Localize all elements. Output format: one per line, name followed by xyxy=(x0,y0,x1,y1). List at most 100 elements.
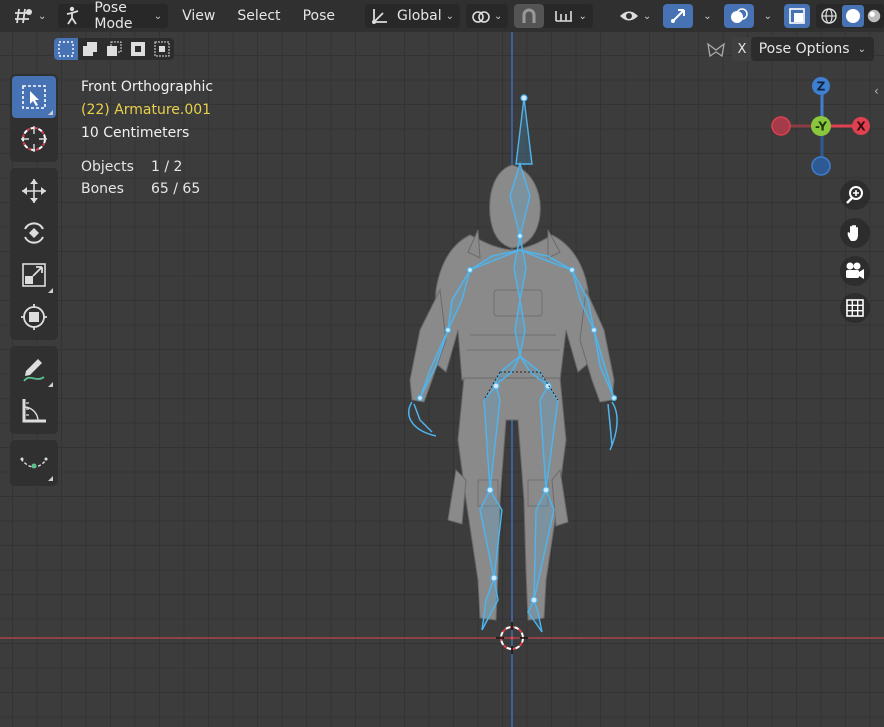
selection-mode-group xyxy=(54,38,174,60)
viewport-info: Front Orthographic (22) Armature.001 10 … xyxy=(81,76,213,145)
chevron-down-icon[interactable]: ⌄ xyxy=(697,11,717,22)
chevron-down-icon: ⌄ xyxy=(578,10,587,22)
select-subtract-icon xyxy=(107,41,122,56)
tool-group-annotate xyxy=(10,346,58,434)
annotate-tool[interactable] xyxy=(12,348,56,390)
measure-tool[interactable] xyxy=(12,390,56,432)
xray-toggle[interactable] xyxy=(784,4,810,28)
editor-type-button[interactable]: ⌄ xyxy=(8,4,52,28)
select-intersect-button[interactable] xyxy=(150,38,174,60)
stat-label: Objects xyxy=(81,159,134,175)
grid-editor-icon xyxy=(15,8,32,24)
wireframe-shading-button[interactable] xyxy=(818,5,840,27)
stat-value: 1 / 2 xyxy=(151,159,183,175)
sidebar-toggle-icon[interactable]: ‹ xyxy=(874,84,879,98)
orientation-label: Global xyxy=(396,8,442,24)
chevron-down-icon: ⌄ xyxy=(445,10,455,22)
perspective-toggle-button[interactable] xyxy=(840,293,870,323)
hand-icon xyxy=(847,225,858,241)
wireframe-sphere-icon xyxy=(821,8,837,24)
gizmo-z-label: Z xyxy=(817,80,826,94)
zoom-icon xyxy=(846,186,863,204)
stat-row: Objects 1 / 2 xyxy=(81,156,200,178)
object-visibility-select[interactable]: ⌄ xyxy=(613,4,657,28)
grid-icon xyxy=(846,299,864,317)
orientation-select[interactable]: Global ⌄ xyxy=(364,4,461,28)
active-object-name: (22) Armature.001 xyxy=(81,102,212,118)
snap-target-select[interactable]: ⌄ xyxy=(548,4,592,28)
select-intersect-icon xyxy=(154,41,170,57)
chevron-down-icon: ⌄ xyxy=(38,10,47,22)
chevron-down-icon: ⌄ xyxy=(494,10,503,22)
material-shading-button[interactable] xyxy=(866,5,882,27)
pose-options-label: Pose Options xyxy=(758,41,850,57)
stat-row: Bones 65 / 65 xyxy=(81,178,200,200)
chevron-down-icon[interactable]: ⌄ xyxy=(758,11,778,22)
gizmo-y-label: -Y xyxy=(815,120,827,134)
x-mirror-toggle[interactable]: X xyxy=(732,37,752,61)
camera-view-button[interactable] xyxy=(840,256,870,286)
select-invert-button[interactable] xyxy=(126,38,150,60)
move-icon xyxy=(22,179,46,203)
grid-scale: 10 Centimeters xyxy=(81,125,190,141)
stat-label: Bones xyxy=(81,181,124,197)
stat-value: 65 / 65 xyxy=(151,181,201,197)
select-set-icon xyxy=(58,41,74,57)
cursor-tool[interactable] xyxy=(12,118,56,160)
snap-group: ⌄ xyxy=(514,4,593,28)
chevron-down-icon: ⌄ xyxy=(857,43,866,55)
tool-group-transform xyxy=(10,168,58,340)
mode-label: Pose Mode xyxy=(94,0,133,32)
pivot-point-select[interactable]: ⌄ xyxy=(466,4,509,28)
solid-shading-button[interactable] xyxy=(842,5,864,27)
menu-view[interactable]: View xyxy=(174,4,223,28)
tool-shelf xyxy=(10,74,58,492)
overlay-toggle[interactable] xyxy=(723,4,754,28)
move-tool[interactable] xyxy=(12,170,56,212)
rotate-tool[interactable] xyxy=(12,212,56,254)
gizmo-icon xyxy=(671,9,686,23)
view-name: Front Orthographic xyxy=(81,79,214,95)
pan-button[interactable] xyxy=(840,218,870,248)
3d-cursor[interactable] xyxy=(496,622,528,654)
pose-options-dropdown[interactable]: Pose Options ⌄ xyxy=(750,37,874,61)
select-invert-icon xyxy=(131,42,145,56)
camera-icon xyxy=(846,262,864,279)
select-new-button[interactable] xyxy=(54,38,78,60)
material-sphere-icon xyxy=(867,9,881,23)
snap-increment-icon xyxy=(555,11,573,22)
select-extend-button[interactable] xyxy=(78,38,102,60)
annotate-pencil-icon xyxy=(23,359,45,382)
snap-toggle[interactable] xyxy=(514,4,545,28)
shading-group xyxy=(816,4,884,28)
cursor-icon xyxy=(21,126,47,152)
select-box-tool[interactable] xyxy=(12,76,56,118)
select-extend-icon xyxy=(83,42,97,56)
menu-pose[interactable]: Pose xyxy=(295,4,343,28)
zoom-button[interactable] xyxy=(840,180,870,210)
gizmo-x-label: X xyxy=(856,120,866,134)
solid-sphere-icon xyxy=(846,9,860,23)
transform-tool[interactable] xyxy=(12,296,56,338)
relax-pose-tool[interactable] xyxy=(12,442,56,484)
select-subtract-button[interactable] xyxy=(102,38,126,60)
ruler-icon xyxy=(22,399,46,423)
transform-orientation-icon xyxy=(371,9,387,24)
navigation-gizmo[interactable]: Z X -Y xyxy=(766,72,878,184)
overlay-group: ⌄ xyxy=(723,4,778,28)
tool-group-select xyxy=(10,74,58,162)
pose-curve-icon xyxy=(20,457,48,469)
mode-select[interactable]: Pose Mode ⌄ xyxy=(58,0,169,32)
xray-icon xyxy=(789,8,805,24)
gizmo-group: ⌄ xyxy=(663,4,717,28)
select-box-icon xyxy=(22,85,46,109)
chevron-down-icon: ⌄ xyxy=(642,10,652,22)
rotate-icon xyxy=(24,222,44,244)
gizmo-toggle[interactable] xyxy=(663,4,694,28)
menu-select[interactable]: Select xyxy=(229,4,288,28)
bone-pose-options-icon[interactable] xyxy=(706,42,726,58)
pose-mode-icon xyxy=(67,6,79,25)
scene-statistics: Objects 1 / 2 Bones 65 / 65 xyxy=(81,156,200,200)
tool-settings-bar: X Pose Options ⌄ xyxy=(0,34,884,64)
scale-tool[interactable] xyxy=(12,254,56,296)
